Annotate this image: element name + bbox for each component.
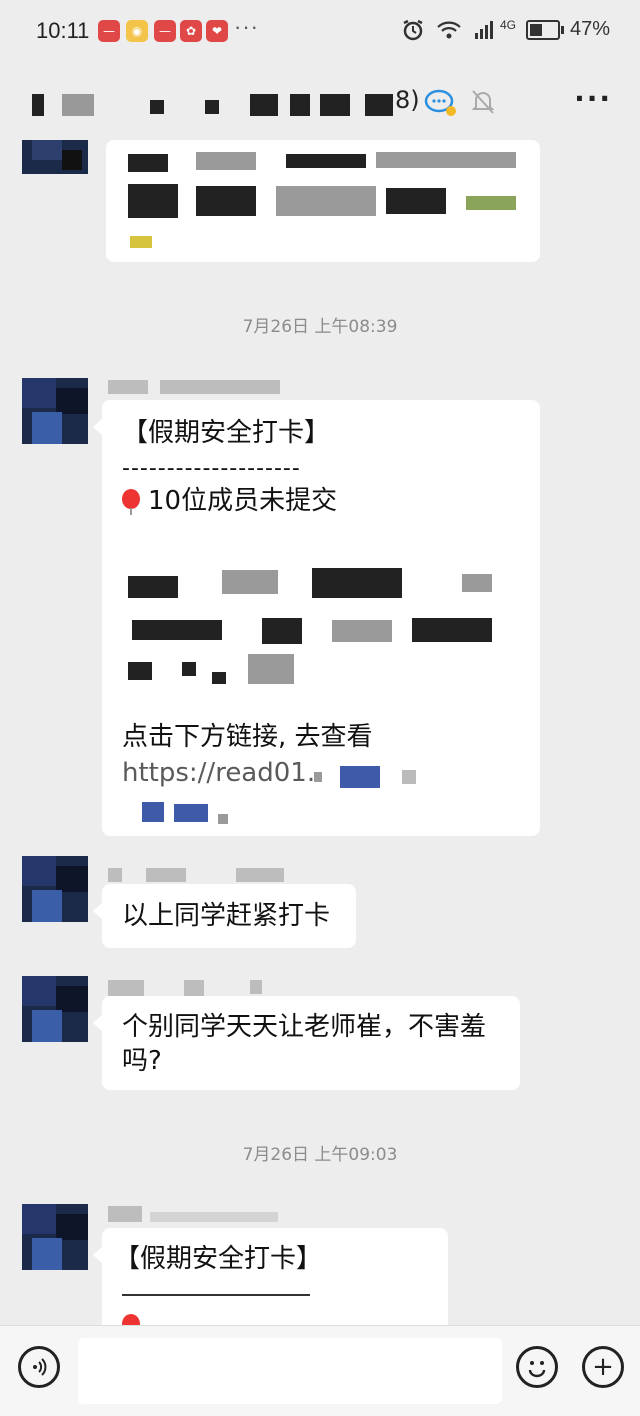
redacted-block — [466, 196, 516, 210]
redacted-block — [248, 654, 294, 684]
redacted-block — [150, 1212, 278, 1222]
more-notifications-indicator: ··· — [234, 14, 259, 39]
alarm-icon — [403, 19, 423, 40]
card-divider — [122, 1294, 310, 1296]
bubble-tail — [93, 902, 103, 920]
redacted-block — [312, 568, 402, 598]
redacted-block — [108, 1206, 142, 1222]
redacted-block — [205, 100, 219, 114]
balloon-icon — [120, 488, 142, 515]
voice-icon[interactable] — [18, 1346, 60, 1388]
smiley-face-icon — [528, 1361, 546, 1378]
card-link[interactable]: https://read01. — [122, 756, 315, 790]
emoji-icon[interactable] — [516, 1346, 558, 1388]
redacted-block — [236, 868, 284, 882]
more-menu-icon[interactable]: ··· — [574, 82, 612, 115]
redacted-block — [365, 94, 393, 116]
signal-icon — [474, 20, 493, 39]
checkin-card-bubble-partial[interactable]: 【假期安全打卡】 — [93, 1228, 448, 1325]
card-summary-row: 10位成员未提交 — [120, 484, 337, 518]
redacted-block — [146, 868, 186, 882]
redacted-block — [314, 772, 322, 782]
redacted-block — [184, 980, 204, 996]
redacted-block — [128, 184, 178, 218]
redacted-block — [128, 576, 178, 598]
card-prompt: 点击下方链接, 去查看 — [122, 722, 373, 752]
redacted-block — [290, 94, 310, 116]
redacted-block — [128, 662, 152, 680]
redacted-block — [250, 94, 278, 116]
redacted-block — [462, 574, 492, 592]
redacted-block — [386, 188, 446, 214]
avatar[interactable] — [22, 378, 88, 444]
redacted-block — [128, 154, 168, 172]
message-text: 个别同学天天让老师崔，不害羞吗? — [122, 1012, 487, 1076]
redacted-block — [32, 94, 44, 116]
notification-app-icon: ✿ — [180, 20, 202, 42]
message-bubble[interactable]: 个别同学天天让老师崔，不害羞吗? — [93, 996, 520, 1090]
redacted-block — [402, 770, 416, 784]
redacted-block — [286, 154, 366, 168]
wifi-icon — [437, 21, 461, 38]
message-input[interactable] — [78, 1338, 502, 1404]
battery-fill — [529, 23, 542, 36]
message-timestamp: 7月26日 上午08:39 — [242, 317, 398, 337]
redacted-block — [212, 672, 226, 684]
redacted-block — [174, 804, 208, 822]
redacted-block — [108, 980, 144, 996]
redacted-block — [130, 236, 152, 248]
voice-waves-icon — [33, 1358, 47, 1376]
redacted-block — [250, 980, 262, 994]
message-text: 以上同学赶紧打卡 — [122, 901, 331, 931]
chat-bubble-icon — [424, 89, 456, 116]
redacted-block — [376, 152, 516, 168]
checkin-card-bubble[interactable]: 【假期安全打卡】 -------------------- 10位成员未提交 点… — [93, 400, 540, 836]
avatar[interactable] — [22, 856, 88, 922]
bubble-tail — [93, 1246, 103, 1264]
message-bubble[interactable]: 以上同学赶紧打卡 — [93, 884, 356, 948]
bubble-tail — [93, 418, 103, 436]
weibo-icon: ◉ — [126, 20, 148, 42]
redacted-block — [218, 814, 228, 824]
redacted-block — [182, 662, 196, 676]
message-bubble-redacted[interactable] — [106, 140, 540, 262]
mute-bell-icon — [471, 90, 495, 114]
redacted-block — [108, 380, 148, 394]
redacted-block — [332, 620, 392, 642]
redacted-block — [196, 152, 256, 170]
avatar[interactable] — [22, 1204, 88, 1270]
redacted-block — [340, 766, 380, 788]
redacted-block — [62, 94, 94, 116]
redacted-block — [132, 620, 222, 640]
redacted-block — [412, 618, 492, 642]
message-timestamp: 7月26日 上午09:03 — [242, 1145, 398, 1165]
redacted-block — [262, 618, 302, 644]
chat-title-suffix: 8) — [395, 86, 420, 114]
status-right-group: 4G 47% — [400, 18, 610, 41]
redacted-block — [276, 186, 376, 216]
redacted-block — [222, 570, 278, 594]
network-type-label: 4G — [499, 17, 516, 32]
card-divider: -------------------- — [122, 456, 301, 481]
status-time: 10:11 — [36, 18, 90, 43]
redacted-block — [108, 868, 122, 882]
notification-app-icon: — — [154, 20, 176, 42]
add-icon[interactable]: + — [582, 1346, 624, 1388]
card-title: 【假期安全打卡】 — [114, 1244, 323, 1274]
battery-percent: 47% — [569, 18, 610, 40]
card-summary: 10位成员未提交 — [148, 486, 338, 516]
avatar[interactable] — [22, 140, 88, 174]
notification-app-icon: — — [98, 20, 120, 42]
battery-icon — [525, 19, 564, 40]
redacted-block — [320, 94, 350, 116]
avatar[interactable] — [22, 976, 88, 1042]
redacted-block — [150, 100, 164, 114]
redacted-block — [142, 802, 164, 822]
balloon-icon — [122, 1314, 144, 1325]
card-title: 【假期安全打卡】 — [122, 418, 331, 448]
bubble-tail — [93, 1014, 103, 1032]
redacted-block — [196, 186, 256, 216]
notification-app-icon: ❤ — [206, 20, 228, 42]
redacted-block — [160, 380, 280, 394]
